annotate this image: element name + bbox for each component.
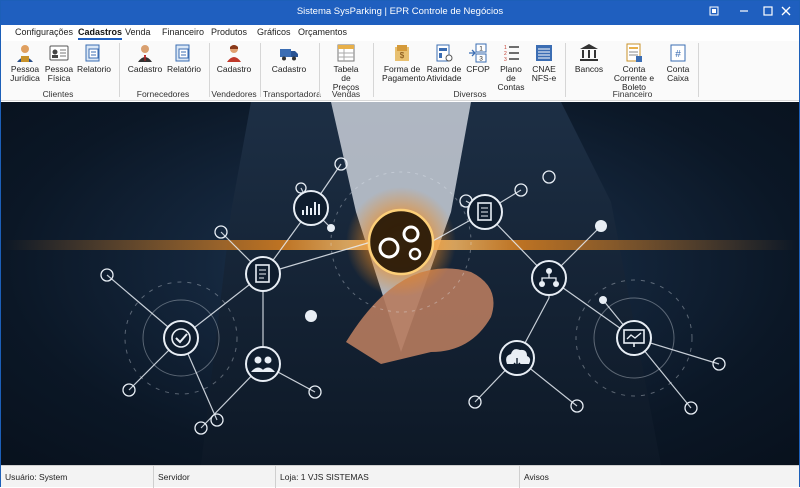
tab-configuracoes[interactable]: Configurações: [15, 27, 73, 37]
cfop-button[interactable]: 13 CFOP: [466, 43, 490, 74]
menu-bar: Configurações Cadastros Venda Financeiro…: [1, 25, 799, 41]
clipboard-node-icon: [467, 194, 503, 230]
window-title: Sistema SysParking | EPR Controle de Neg…: [296, 6, 504, 17]
network-illustration: [1, 102, 799, 465]
salesperson-icon: [227, 45, 241, 62]
svg-text:#: #: [675, 49, 681, 60]
conta-corrente-boleto-button[interactable]: Conta Corrente e Boleto: [607, 43, 661, 92]
background-image: [1, 102, 799, 465]
hierarchy-node-icon: [531, 260, 567, 296]
group-label-vendedores: Vendedores: [211, 89, 257, 99]
truck-icon: [280, 49, 298, 61]
separator: [260, 43, 261, 97]
pin-icon[interactable]: [701, 1, 727, 25]
business-person-icon: [17, 45, 33, 62]
cadastro-transportadora-button[interactable]: Cadastro: [269, 43, 309, 74]
tab-orcamentos[interactable]: Orçamentos: [298, 27, 347, 37]
app-window: Sistema SysParking | EPR Controle de Neg…: [0, 0, 800, 488]
report-icon: [85, 44, 100, 62]
cash-account-icon: #: [670, 44, 686, 62]
tab-financeiro[interactable]: Financeiro: [162, 27, 204, 37]
chart-node-icon: [293, 190, 329, 226]
cnae-nfse-button[interactable]: CNAE NFS-e: [530, 43, 558, 83]
users-node-icon: [245, 346, 281, 382]
person-icon: [138, 45, 152, 62]
minimize-button[interactable]: [731, 1, 757, 25]
document-node-icon: [245, 256, 281, 292]
cfop-icon: 13: [469, 43, 487, 63]
tab-venda[interactable]: Venda: [125, 27, 151, 37]
cadastro-vendedores-button[interactable]: Cadastro: [215, 43, 253, 74]
document-grid-icon: [536, 45, 552, 61]
cadastro-fornecedores-button[interactable]: Cadastro: [127, 43, 163, 74]
group-label-fornecedores: Fornecedores: [136, 89, 190, 99]
group-label-financeiro: Financeiro: [612, 89, 653, 99]
separator: [698, 43, 699, 97]
report-icon: [175, 44, 190, 62]
ramo-de-atividade-button[interactable]: Ramo de Atividade: [426, 43, 462, 83]
status-loja: Loja: 1 VJS SISTEMAS: [276, 466, 520, 488]
group-label-transportadora: Transportadora: [263, 89, 321, 99]
bank-icon: [580, 44, 598, 61]
svg-text:3: 3: [504, 57, 507, 63]
tab-cadastros[interactable]: Cadastros: [78, 27, 123, 40]
activity-chart-icon: [436, 44, 453, 62]
svg-text:3: 3: [479, 56, 483, 63]
id-card-icon: [49, 45, 69, 61]
separator: [565, 43, 566, 97]
group-label-diversos: Diversos: [453, 89, 487, 99]
tab-produtos[interactable]: Produtos: [211, 27, 247, 37]
relatorio-fornecedores-button[interactable]: Relatório: [167, 43, 201, 74]
tab-graficos[interactable]: Gráficos: [257, 27, 291, 37]
forma-de-pagamento-button[interactable]: $ Forma de Pagamento: [382, 43, 425, 83]
bancos-button[interactable]: Bancos: [573, 43, 605, 74]
pessoa-juridica-button[interactable]: Pessoa Jurídica: [7, 43, 43, 83]
status-avisos: Avisos: [524, 472, 549, 482]
group-label-vendas: Vendas: [331, 89, 361, 99]
numbered-list-icon: 123: [504, 45, 519, 63]
status-bar: Usuário: System Servidor Loja: 1 VJS SIS…: [1, 465, 799, 488]
status-usuario: Usuário: System: [1, 466, 154, 488]
price-table-icon: [337, 44, 355, 62]
pessoa-fisica-button[interactable]: Pessoa Física: [44, 43, 74, 83]
invoice-icon: [626, 43, 642, 62]
separator: [319, 43, 320, 97]
svg-text:1: 1: [479, 46, 483, 53]
plano-de-contas-button[interactable]: 123 Plano de Contas: [495, 43, 527, 92]
status-servidor: Servidor: [154, 466, 276, 488]
relatorio-clientes-button[interactable]: Relatorio: [77, 43, 111, 74]
title-bar: Sistema SysParking | EPR Controle de Neg…: [1, 1, 799, 25]
svg-text:$: $: [400, 51, 405, 60]
cloud-node-icon: [499, 340, 535, 376]
ribbon: Pessoa Jurídica Pessoa Física Relatorio …: [1, 41, 799, 101]
separator: [209, 43, 210, 97]
group-label-clientes: Clientes: [42, 89, 74, 99]
separator: [119, 43, 120, 97]
tabela-de-precos-button[interactable]: Tabela de Preços: [328, 43, 364, 92]
monitor-node-icon: [616, 320, 652, 356]
conta-caixa-button[interactable]: # Conta Caixa: [664, 43, 692, 83]
payment-icon: $: [395, 45, 409, 61]
checkmark-node-icon: [163, 320, 199, 356]
close-button[interactable]: [773, 1, 799, 25]
gears-node-icon: [367, 208, 435, 276]
separator: [373, 43, 374, 97]
